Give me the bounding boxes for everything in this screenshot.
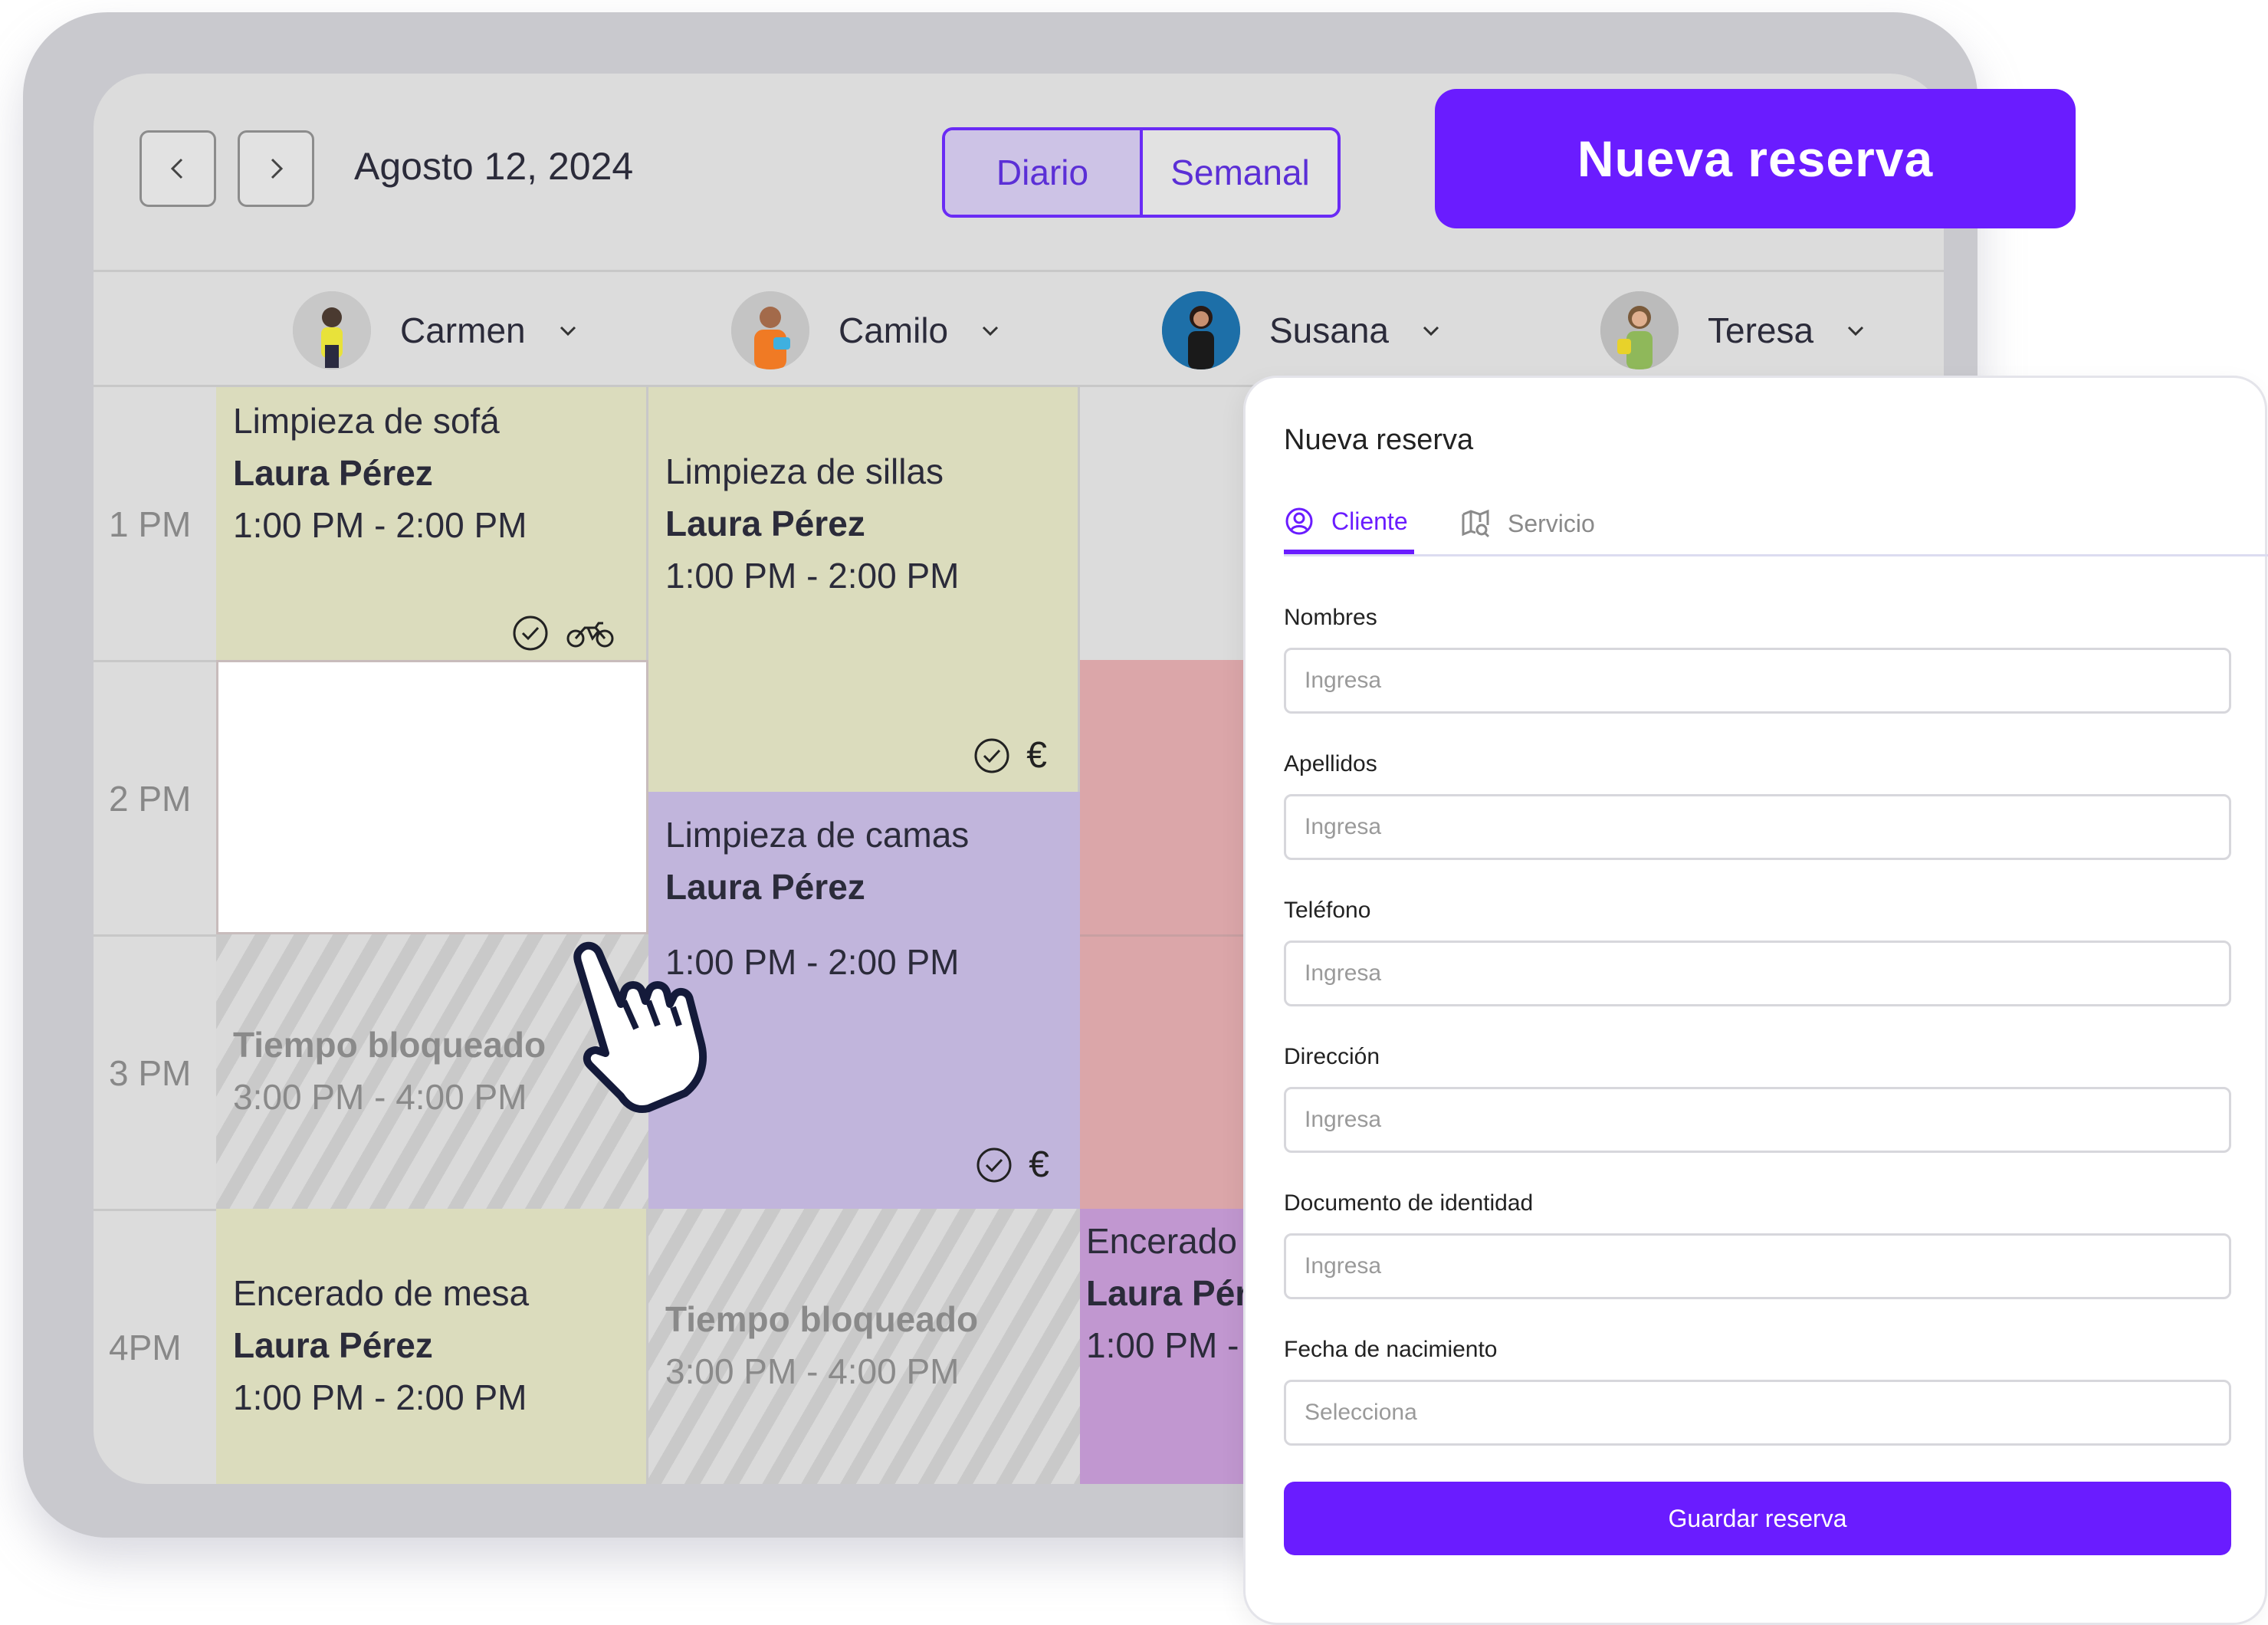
- event-title: Encerado de mesa: [233, 1273, 530, 1313]
- current-date: Agosto 12, 2024: [354, 145, 634, 188]
- staff-column-teresa[interactable]: Teresa: [1600, 273, 1867, 388]
- address-input[interactable]: Ingresa: [1284, 1087, 2231, 1153]
- hand-cursor-icon: [573, 941, 707, 1113]
- euro-icon: €: [1029, 1144, 1049, 1185]
- event-time: 1:00 PM - 2:00 PM: [233, 505, 527, 545]
- event-client: Laura Pérez: [1086, 1273, 1264, 1313]
- event-title: Limpieza de sofá: [233, 401, 500, 441]
- event-client: Laura Pérez: [233, 1325, 433, 1365]
- event-status-icons: €: [973, 734, 1047, 776]
- event-card[interactable]: Encerado de Laura Pérez 1:00 PM - 2:00 P…: [1080, 1209, 1264, 1484]
- event-time: 3:00 PM - 4:00 PM: [665, 1351, 960, 1391]
- chevron-right-icon: [271, 158, 284, 179]
- hour-divider: [1080, 934, 1264, 937]
- check-circle-icon: [976, 1147, 1012, 1182]
- motorcycle-icon: [566, 622, 614, 648]
- event-title: Limpieza de camas: [665, 815, 970, 855]
- save-booking-button[interactable]: Guardar reserva: [1284, 1482, 2231, 1555]
- hour-label: 4PM: [109, 1328, 182, 1367]
- tab-label: Cliente: [1331, 507, 1408, 535]
- next-day-button[interactable]: [238, 130, 314, 207]
- staff-column-susana[interactable]: Susana: [1162, 273, 1443, 388]
- tab-client[interactable]: Cliente: [1284, 493, 1414, 554]
- event-card[interactable]: Limpieza de sillas Laura Pérez 1:00 PM -…: [648, 387, 1080, 792]
- hour-label: 2 PM: [109, 779, 192, 819]
- map-search-icon: [1460, 508, 1491, 539]
- view-daily-button[interactable]: Diario: [945, 130, 1143, 215]
- event-card[interactable]: Encerado de mesa Laura Pérez 1:00 PM - 2…: [216, 1209, 648, 1484]
- user-circle-icon: [1284, 506, 1315, 537]
- event-status-icons: €: [975, 1144, 1049, 1186]
- field-label: Apellidos: [1284, 751, 1377, 776]
- view-weekly-button[interactable]: Semanal: [1143, 130, 1337, 215]
- event-time: 1:00 PM - 2:00 PM: [1086, 1325, 1264, 1365]
- field-label: Nombres: [1284, 605, 1377, 630]
- event-card[interactable]: Limpieza de sofá Laura Pérez 1:00 PM - 2…: [216, 387, 648, 660]
- tab-service[interactable]: Servicio: [1460, 493, 1595, 554]
- field-label: Dirección: [1284, 1044, 1380, 1069]
- event-title: Limpieza de sillas: [665, 451, 944, 491]
- staff-name: Susana: [1269, 310, 1390, 350]
- staff-column-carmen[interactable]: Carmen: [293, 273, 579, 388]
- last-name-input[interactable]: Ingresa: [1284, 794, 2231, 860]
- chevron-down-icon: [983, 326, 999, 336]
- new-booking-button[interactable]: Nueva reserva: [1435, 89, 2076, 228]
- new-booking-panel: Nueva reserva Cliente Servicio Nombres I…: [1243, 376, 2268, 1625]
- panel-tabs: Cliente Servicio: [1284, 493, 2268, 556]
- event-client: Laura Pérez: [665, 504, 865, 543]
- event-client: Laura Pérez: [665, 867, 865, 907]
- euro-icon: €: [1026, 735, 1047, 776]
- check-circle-icon: [513, 616, 548, 651]
- view-toggle: Diario Semanal: [942, 127, 1341, 218]
- tab-label: Servicio: [1508, 509, 1595, 537]
- hour-label: 3 PM: [109, 1053, 192, 1093]
- prev-day-button[interactable]: [139, 130, 216, 207]
- birthdate-select[interactable]: Selecciona: [1284, 1380, 2231, 1446]
- event-client: Laura Pérez: [233, 453, 433, 493]
- field-label: Fecha de nacimiento: [1284, 1337, 1498, 1362]
- blocked-time-card[interactable]: Tiempo bloqueado 3:00 PM - 4:00 PM: [648, 1209, 1080, 1484]
- chevron-down-icon: [560, 326, 576, 336]
- staff-name: Carmen: [400, 310, 526, 350]
- staff-name: Camilo: [839, 310, 949, 350]
- empty-slot[interactable]: [216, 660, 648, 934]
- chevron-down-icon: [1423, 326, 1439, 336]
- event-time: 1:00 PM - 2:00 PM: [665, 556, 960, 596]
- hour-label: 1 PM: [109, 504, 192, 544]
- panel-title: Nueva reserva: [1284, 424, 1474, 456]
- event-status-icons: [511, 614, 615, 652]
- avatar: [293, 291, 371, 369]
- first-name-input[interactable]: Ingresa: [1284, 648, 2231, 714]
- event-time: 1:00 PM - 2:00 PM: [233, 1377, 527, 1417]
- avatar: [1600, 291, 1679, 369]
- event-title: Encerado de: [1086, 1221, 1264, 1261]
- staff-column-camilo[interactable]: Camilo: [731, 273, 1002, 388]
- field-label: Documento de identidad: [1284, 1190, 1534, 1216]
- event-title: Tiempo bloqueado: [665, 1299, 979, 1339]
- check-circle-icon: [974, 738, 1009, 773]
- avatar: [731, 291, 809, 369]
- staff-name: Teresa: [1708, 310, 1814, 350]
- field-label: Teléfono: [1284, 898, 1371, 923]
- chevron-left-icon: [170, 158, 183, 179]
- phone-input[interactable]: Ingresa: [1284, 941, 2231, 1006]
- id-document-input[interactable]: Ingresa: [1284, 1233, 2231, 1299]
- chevron-down-icon: [1848, 326, 1864, 336]
- avatar: [1162, 291, 1240, 369]
